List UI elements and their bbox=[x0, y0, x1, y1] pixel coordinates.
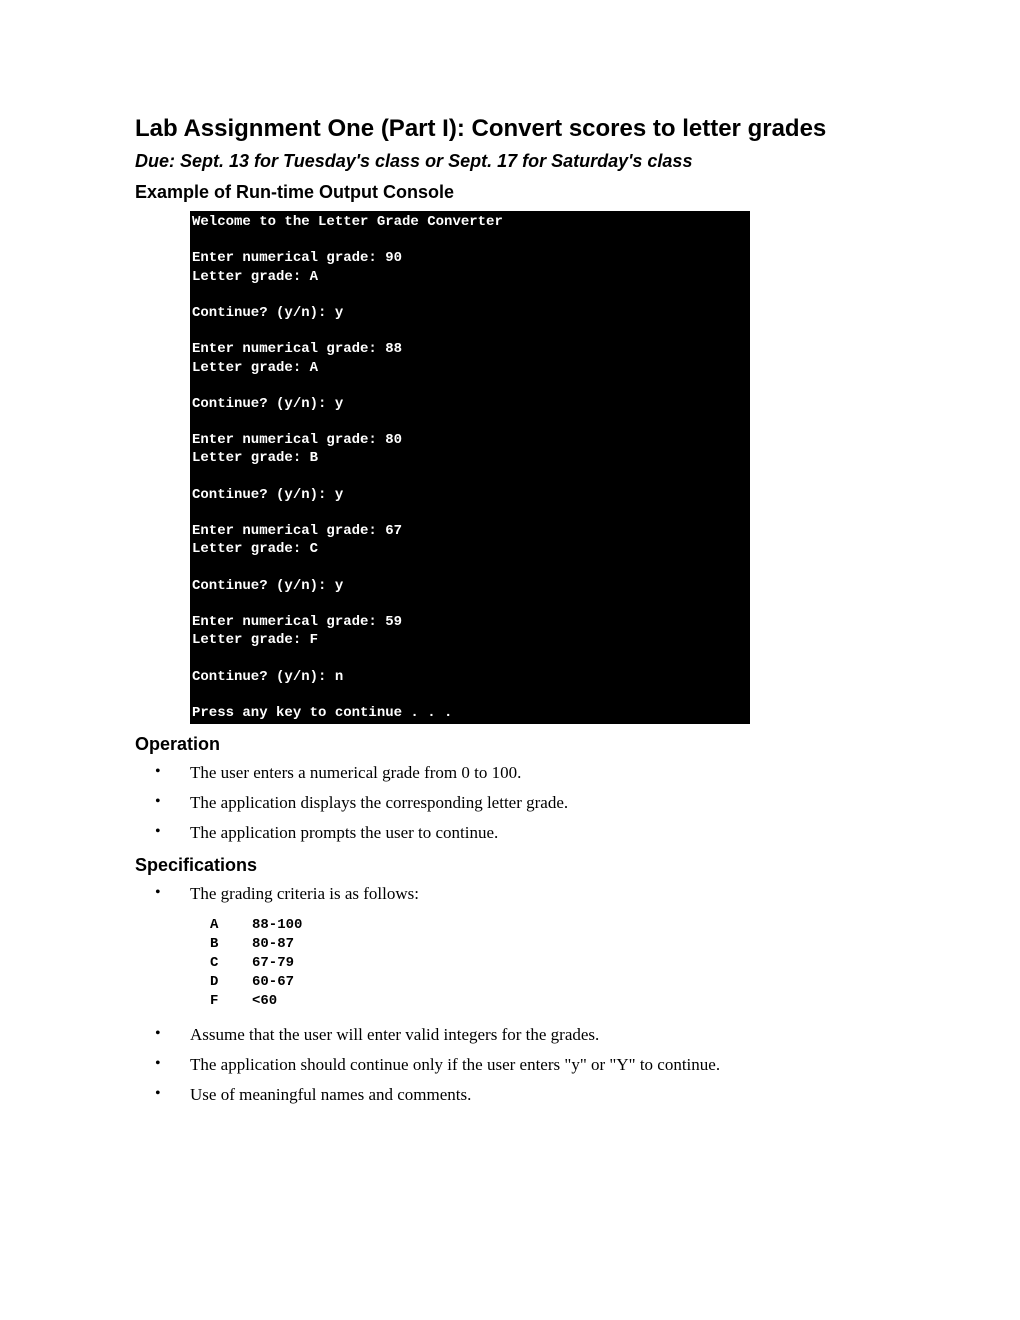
list-item: The application prompts the user to cont… bbox=[155, 823, 885, 843]
list-item: The user enters a numerical grade from 0… bbox=[155, 763, 885, 783]
list-item: The application displays the correspondi… bbox=[155, 793, 885, 813]
console-heading: Example of Run-time Output Console bbox=[135, 182, 885, 203]
specifications-list-continued: Assume that the user will enter valid in… bbox=[155, 1025, 885, 1105]
operation-list: The user enters a numerical grade from 0… bbox=[155, 763, 885, 843]
list-item: The application should continue only if … bbox=[155, 1055, 885, 1075]
list-item: Use of meaningful names and comments. bbox=[155, 1085, 885, 1105]
specifications-heading: Specifications bbox=[135, 855, 885, 876]
page-title: Lab Assignment One (Part I): Convert sco… bbox=[135, 115, 885, 143]
operation-heading: Operation bbox=[135, 734, 885, 755]
specifications-list: The grading criteria is as follows: bbox=[155, 884, 885, 904]
list-item: The grading criteria is as follows: bbox=[155, 884, 885, 904]
grade-criteria-table: A 88-100 B 80-87 C 67-79 D 60-67 F <60 bbox=[210, 916, 885, 1010]
list-item: Assume that the user will enter valid in… bbox=[155, 1025, 885, 1045]
console-output: Welcome to the Letter Grade Converter En… bbox=[190, 211, 750, 724]
due-date: Due: Sept. 13 for Tuesday's class or Sep… bbox=[135, 151, 885, 172]
